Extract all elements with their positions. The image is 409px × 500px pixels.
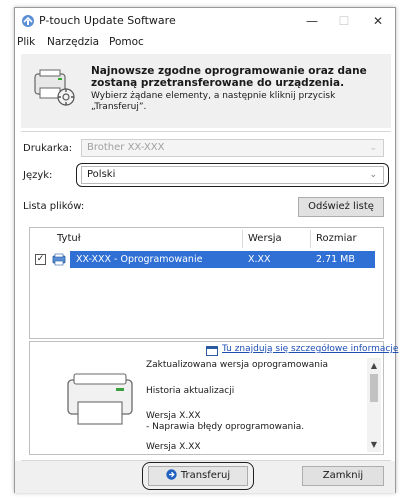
menu-tools[interactable]: Narzędzia bbox=[47, 36, 99, 48]
description-line: Wersja X.XX bbox=[146, 411, 201, 421]
update-window: P-touch Update Software — ☐ ✕ Plik Narzę… bbox=[14, 7, 398, 493]
description-line: Historia aktualizacji bbox=[146, 386, 235, 396]
divider bbox=[21, 131, 391, 132]
row-checkbox[interactable]: ✓ bbox=[35, 254, 46, 265]
close-button[interactable]: Zamknij bbox=[302, 466, 384, 486]
window-title: P-touch Update Software bbox=[39, 14, 176, 27]
description-line: Wersja X.XX bbox=[146, 442, 201, 452]
scroll-up-icon[interactable]: ▲ bbox=[367, 361, 381, 370]
transfer-highlight bbox=[142, 462, 254, 490]
maximize-button: ☐ bbox=[338, 14, 350, 28]
file-list-label: Lista plików: bbox=[23, 201, 85, 212]
menu-help[interactable]: Pomoc bbox=[109, 36, 144, 48]
table-row[interactable]: XX-XXX - Oprogramowanie X.XX 2.71 MB bbox=[70, 251, 375, 268]
column-version[interactable]: Wersja bbox=[243, 230, 303, 248]
row-size: 2.71 MB bbox=[316, 254, 355, 265]
scroll-thumb[interactable] bbox=[370, 374, 378, 402]
header-title: Najnowsze zgodne oprogramowanie oraz dan… bbox=[91, 65, 367, 89]
column-size[interactable]: Rozmiar bbox=[311, 230, 371, 248]
scrollbar[interactable]: ▲ ▼ bbox=[367, 358, 381, 452]
refresh-list-button[interactable]: Odśwież listę bbox=[298, 197, 384, 217]
scroll-down-icon[interactable]: ▼ bbox=[367, 440, 381, 449]
menu-file[interactable]: Plik bbox=[17, 36, 35, 48]
file-list: Tytuł Wersja Rozmiar ✓ XX-XXX - Oprogram… bbox=[29, 227, 384, 339]
header-panel: Najnowsze zgodne oprogramowanie oraz dan… bbox=[21, 54, 391, 128]
printer-update-icon bbox=[34, 69, 75, 106]
printer-select: Brother XX-XXX ⌄ bbox=[81, 139, 384, 157]
printer-illustration-icon bbox=[67, 373, 133, 425]
title-bar[interactable]: P-touch Update Software — ☐ ✕ bbox=[15, 8, 395, 34]
description-box[interactable]: Zaktualizowana wersja oprogramowania His… bbox=[146, 358, 381, 452]
minimize-button[interactable]: — bbox=[297, 12, 327, 30]
window-link-icon bbox=[206, 346, 218, 356]
printer-value: Brother XX-XXX bbox=[87, 142, 165, 153]
description-line: Zaktualizowana wersja oprogramowania bbox=[146, 360, 329, 370]
printer-label: Drukarka: bbox=[23, 143, 73, 154]
app-icon bbox=[22, 15, 34, 27]
description-line: - Naprawia błędy oprogramowania. bbox=[146, 422, 305, 432]
row-version: X.XX bbox=[248, 254, 271, 265]
info-panel: Tu znajdują się szczegółowe informacje Z… bbox=[29, 341, 398, 455]
close-window-button[interactable]: ✕ bbox=[363, 12, 393, 30]
language-highlight bbox=[76, 163, 389, 187]
header-subtitle: Wybierz żądane elementy, a następnie kli… bbox=[91, 91, 336, 112]
row-title: XX-XXX - Oprogramowanie bbox=[76, 254, 203, 265]
column-title[interactable]: Tytuł bbox=[52, 230, 237, 248]
menu-bar: Plik Narzędzia Pomoc bbox=[15, 34, 395, 52]
printer-icon bbox=[52, 253, 66, 266]
chevron-down-icon: ⌄ bbox=[369, 143, 377, 153]
details-link[interactable]: Tu znajdują się szczegółowe informacje bbox=[222, 344, 398, 354]
language-label: Język: bbox=[23, 170, 53, 181]
